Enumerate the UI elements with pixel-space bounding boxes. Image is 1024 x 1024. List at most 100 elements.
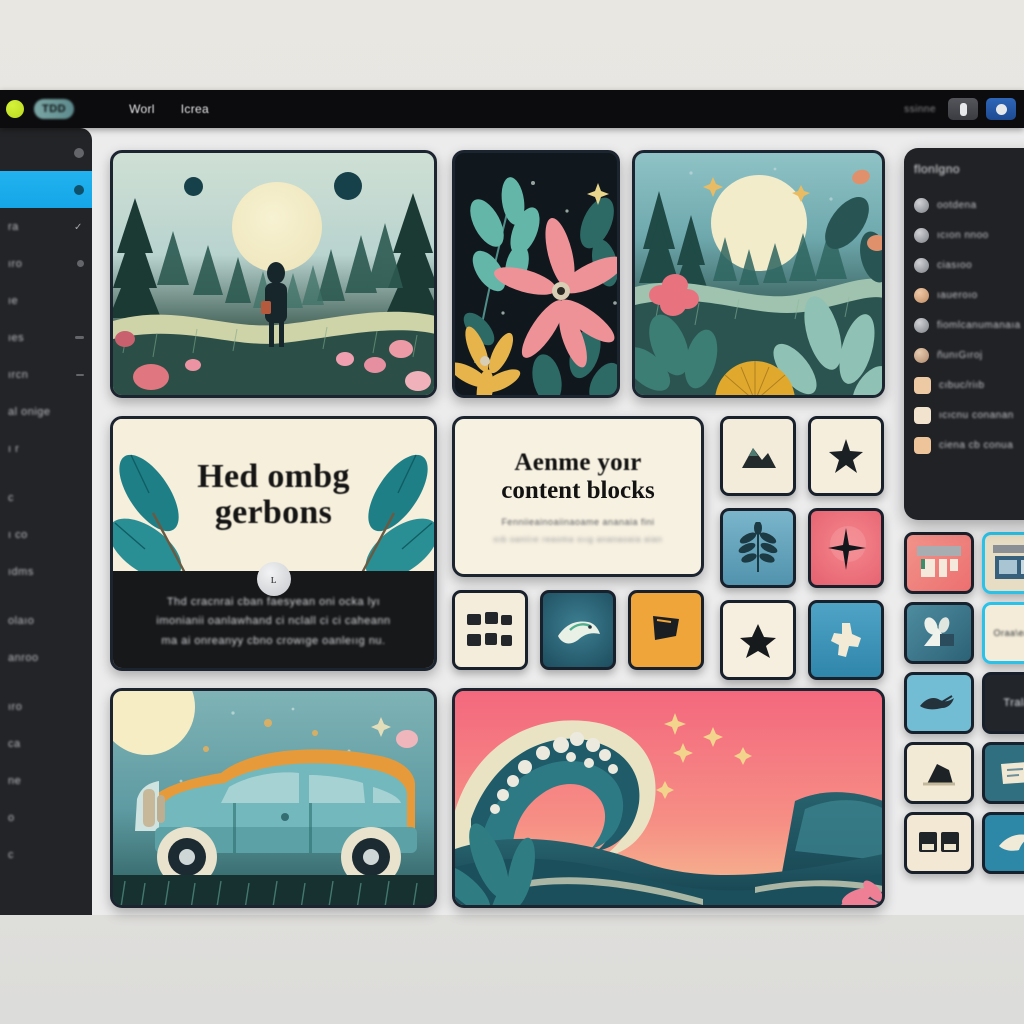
tile-grid-blocks[interactable] (452, 590, 528, 670)
sidebar-item-14[interactable]: ıro (0, 688, 92, 725)
sidebar-divider (0, 676, 92, 688)
circle-icon (914, 287, 929, 303)
dot-marker-icon (74, 147, 84, 158)
sidebar-item-15[interactable]: ca (0, 725, 92, 762)
abstract-shape-thumb-icon (924, 617, 954, 646)
toolbar-button-two[interactable] (986, 98, 1016, 120)
right-panel-item-label: cıbuc/riıb (939, 379, 985, 391)
card-floral-dark[interactable] (452, 150, 620, 398)
sidebar-item-label: al onige (8, 405, 51, 418)
sidebar-item-label: ı r (8, 442, 20, 455)
sidebar-item-13[interactable]: anroo (0, 639, 92, 676)
tile-bird[interactable] (540, 590, 616, 670)
thumb-cream-shape[interactable] (904, 742, 974, 804)
nav-item-0[interactable]: Worl (129, 102, 155, 116)
dot-marker-icon (74, 184, 84, 195)
thumb-pink-layout[interactable] (904, 532, 974, 594)
tile-star-solid[interactable] (720, 600, 796, 680)
tile-mountain[interactable] (720, 416, 796, 496)
sidebar-item-2[interactable]: ra ✓ (0, 208, 92, 245)
sidebar-item-label: ı co (8, 528, 28, 541)
card-wave-ocean[interactable] (452, 688, 885, 908)
forest-illustration (113, 193, 434, 395)
right-panel-item-7[interactable]: ıcıcnu conanan (914, 400, 1024, 430)
right-panel-item-0[interactable]: ootdena (914, 190, 1024, 220)
card-subheading[interactable]: Aenme yoır content blocks Fenniieainoaiin… (452, 416, 704, 577)
photo-thumb-icon (993, 545, 1024, 579)
tile-compass-star[interactable] (808, 508, 884, 588)
right-panel-item-8[interactable]: ciena cb conua (914, 430, 1024, 460)
right-panel-item-1[interactable]: ıcıon nnoo (914, 220, 1024, 250)
sidebar-item-3[interactable]: ıro (0, 245, 92, 282)
bird-thumb-icon (920, 695, 954, 710)
sidebar-item-12[interactable]: olaıo (0, 602, 92, 639)
page-thumb-icon (1001, 762, 1024, 784)
sidebar-item-6[interactable]: ırcn (0, 356, 92, 393)
card-car-vintage[interactable] (110, 688, 437, 908)
sidebar-item-5[interactable]: ıes (0, 319, 92, 356)
sidebar-item-1-active[interactable] (0, 171, 92, 208)
toolbar-button-one[interactable] (948, 98, 978, 120)
card-hero-heading[interactable]: Hed ombg gerbons ʟ Thd cracnrai cban faes… (110, 416, 437, 671)
right-panel-item-2[interactable]: ciasıoo (914, 250, 1024, 280)
screen-root: TDD Worl Icrea ssinne ra ✓ ıro ıe ıes ır… (0, 0, 1024, 1024)
sidebar-item-label: ıes (8, 331, 25, 344)
sidebar-item-17[interactable]: o (0, 799, 92, 836)
subhead-line2: content blocks (501, 477, 655, 504)
mountain-icon (742, 448, 776, 468)
tile-flag[interactable] (628, 590, 704, 670)
subhead-heading: Aenme yoır content blocks (501, 449, 654, 505)
right-panel-item-4[interactable]: fiomlcanumanaıa (914, 310, 1024, 340)
sidebar-item-9[interactable]: c (0, 479, 92, 516)
thumb-cream-card[interactable] (904, 812, 974, 874)
thumbnail-grid: Oraa\eabu Trala (904, 532, 1024, 915)
sidebar-item-8[interactable]: ı r (0, 430, 92, 467)
hero-knob-button[interactable]: ʟ (256, 562, 291, 596)
card-forest-scene[interactable] (110, 150, 437, 398)
thumb-dark-text[interactable]: Trala (982, 672, 1024, 734)
sidebar-item-label: c (8, 491, 14, 504)
thumb-cream-text[interactable]: Oraa\eabu (982, 602, 1024, 664)
sidebar-item-4[interactable]: ıe (0, 282, 92, 319)
sidebar-item-16[interactable]: ne (0, 762, 92, 799)
subhead-sub-line1: Fenniieainoaiinaoame ananaia fini (501, 517, 655, 527)
sidebar-divider (0, 467, 92, 479)
sidebar-item-label: ca (8, 737, 21, 750)
thumb-blue-arrow[interactable] (982, 812, 1024, 874)
circle-icon (914, 197, 929, 213)
sidebar-item-7[interactable]: al onige (0, 393, 92, 430)
card-nature-valley[interactable] (632, 150, 885, 398)
hero-top: Hed ombg gerbons (113, 419, 434, 571)
sidebar-item-label: ıe (8, 294, 19, 307)
left-sidebar: ra ✓ ıro ıe ıes ırcn al onige ı r c ı co (0, 128, 92, 915)
sidebar-item-11[interactable]: ıdms (0, 553, 92, 590)
circle-icon (914, 347, 929, 363)
sidebar-item-18[interactable]: c (0, 836, 92, 873)
thumb-teal-shape[interactable] (904, 602, 974, 664)
hero-heading-line1: Hed ombg (197, 458, 350, 496)
thumb-teal-page[interactable] (982, 742, 1024, 804)
app-logo[interactable]: TDD (34, 99, 75, 119)
check-marker-icon: ✓ (74, 221, 83, 233)
nav-item-1[interactable]: Icrea (181, 102, 209, 116)
right-panel-item-3[interactable]: ıaueroıo (914, 280, 1024, 310)
sidebar-item-10[interactable]: ı co (0, 516, 92, 553)
thumb-cream-photo[interactable] (982, 532, 1024, 594)
right-panel-item-5[interactable]: ñunıGıroj (914, 340, 1024, 370)
content-canvas: Hed ombg gerbons ʟ Thd cracnrai cban faes… (92, 128, 904, 915)
right-panel-item-6[interactable]: cıbuc/riıb (914, 370, 1024, 400)
sidebar-item-label: anroo (8, 651, 39, 664)
circle-icon (914, 227, 929, 243)
thumb-text-label: Oraa\eabu (993, 628, 1024, 638)
fern-leaf-icon (738, 522, 778, 572)
tile-star-outline[interactable] (808, 416, 884, 496)
top-nav: Worl Icrea (129, 102, 209, 116)
tile-shape-light[interactable] (808, 600, 884, 680)
thumb-light-blue-bird[interactable] (904, 672, 974, 734)
dash-marker-icon (75, 336, 84, 339)
dash-marker-icon (76, 373, 84, 376)
sidebar-item-label: ıdms (8, 565, 34, 578)
compass-star-icon (828, 526, 866, 570)
tile-fern-leaf[interactable] (720, 508, 796, 588)
sidebar-item-0[interactable] (0, 134, 92, 171)
